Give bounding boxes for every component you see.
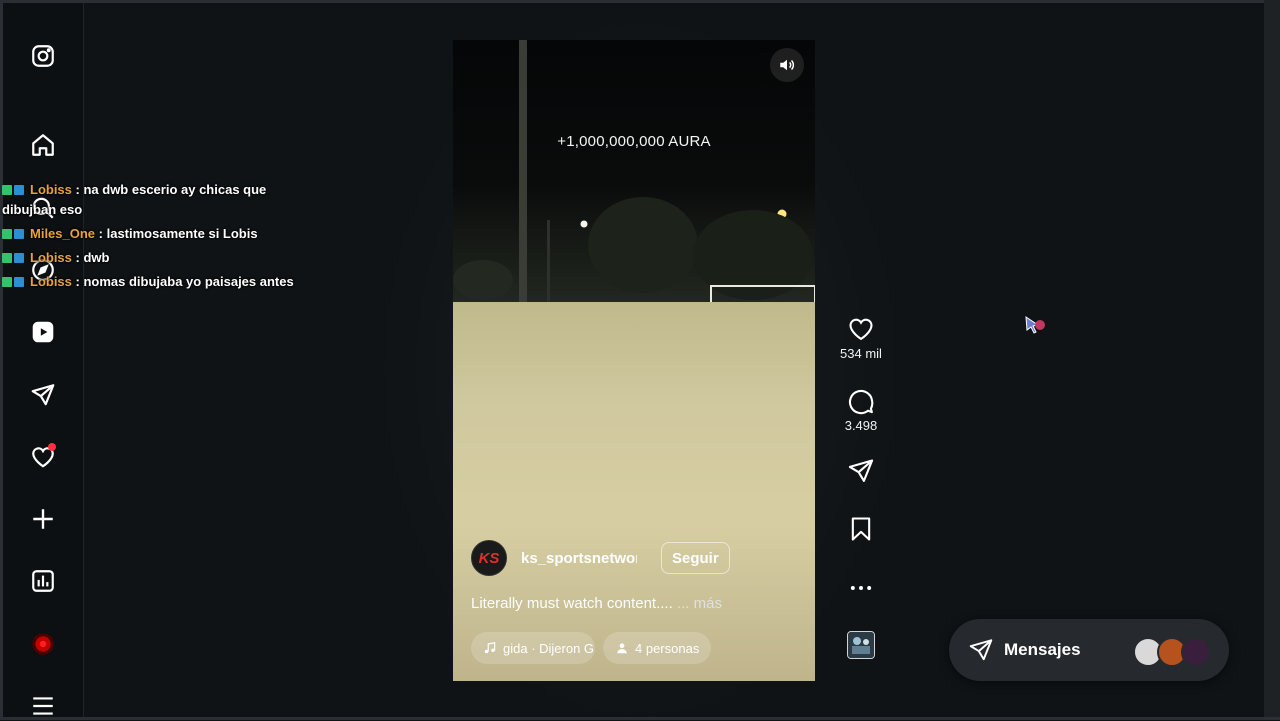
share-button[interactable] (840, 457, 882, 485)
author-avatar-text: KS (478, 549, 500, 567)
window-right-border (1264, 0, 1280, 720)
window-top-border (0, 0, 1280, 3)
sidebar-nav (3, 3, 84, 717)
reel-author-row: KS ks_sportsnetwor Seguir (471, 540, 730, 576)
chat-message: Lobiss : na dwb escerio ay chicas que di… (2, 180, 302, 220)
reel-video[interactable]: +1,000,000,000 AURA KS ks_sportsnetwor S… (453, 40, 815, 681)
speaker-icon (780, 59, 795, 71)
audio-pill[interactable]: gida · Dijeron G (471, 632, 595, 664)
more-dots-icon (850, 586, 872, 590)
tagged-label: 4 personas (635, 640, 700, 656)
comment-icon (848, 389, 874, 415)
home-icon[interactable] (28, 130, 58, 160)
like-count: 534 mil (840, 346, 882, 361)
chat-username: Lobiss (30, 182, 72, 197)
vip-badge-icon (14, 185, 24, 195)
person-icon (617, 643, 627, 654)
send-icon (969, 639, 993, 661)
heart-icon[interactable] (28, 442, 58, 472)
plus-icon[interactable] (28, 504, 58, 534)
audio-cover-icon (848, 632, 874, 658)
vip-badge-icon (14, 253, 24, 263)
chat-text: : dwb (75, 250, 110, 265)
chat-username: Lobiss (30, 274, 72, 289)
reel-caption: Literally must watch content.... ... más (471, 595, 722, 612)
moderator-badge-icon (2, 253, 12, 263)
chat-username: Lobiss (30, 250, 72, 265)
send-icon[interactable] (28, 380, 58, 410)
menu-icon[interactable] (28, 691, 58, 721)
comment-count: 3.498 (844, 418, 878, 433)
avatar (1181, 637, 1211, 667)
chat-message: Lobiss : dwb (2, 248, 302, 268)
messages-bar[interactable]: Mensajes (949, 619, 1229, 681)
follow-button[interactable]: Seguir (661, 542, 730, 574)
floating-cursor-icon (1025, 316, 1045, 334)
chat-text: : lastimosamente si Lobis (98, 226, 258, 241)
moderator-badge-icon (2, 277, 12, 287)
chat-message: Miles_One : lastimosamente si Lobis (2, 224, 302, 244)
chart-icon[interactable] (28, 566, 58, 596)
messages-avatars (1133, 637, 1213, 667)
reel-overlay-text: +1,000,000,000 AURA (557, 133, 711, 150)
caption-text: Literally must watch content.... (471, 595, 673, 612)
caption-more-link[interactable]: ... más (677, 595, 722, 612)
instagram-logo-icon[interactable] (28, 41, 58, 71)
avatar-icon[interactable] (28, 629, 58, 659)
tagged-people-pill[interactable]: 4 personas (603, 632, 712, 664)
music-note-icon (484, 642, 496, 654)
vip-badge-icon (14, 229, 24, 239)
heart-icon (849, 318, 873, 341)
stream-chat-overlay: Lobiss : na dwb escerio ay chicas que di… (2, 180, 302, 296)
moderator-badge-icon (2, 229, 12, 239)
moderator-badge-icon (2, 185, 12, 195)
vip-badge-icon (14, 277, 24, 287)
chat-username: Miles_One (30, 226, 96, 241)
chat-message: Lobiss : nomas dibujaba yo paisajes ante… (2, 272, 302, 292)
audio-thumbnail[interactable] (847, 631, 875, 659)
send-icon (848, 459, 874, 482)
author-avatar[interactable]: KS (471, 540, 507, 576)
author-username[interactable]: ks_sportsnetwor (521, 550, 637, 567)
audio-label: gida · Dijeron G (503, 640, 595, 656)
save-button[interactable] (840, 515, 882, 543)
sound-toggle-button[interactable] (770, 48, 804, 82)
comment-button[interactable]: 3.498 (840, 387, 882, 433)
reels-icon[interactable] (28, 317, 58, 347)
like-button[interactable]: 534 mil (840, 315, 882, 361)
chat-text: : nomas dibujaba yo paisajes antes (75, 274, 294, 289)
bookmark-icon (851, 517, 871, 541)
messages-label: Mensajes (1004, 640, 1081, 659)
notification-dot (48, 443, 56, 451)
more-options-button[interactable] (840, 574, 882, 602)
